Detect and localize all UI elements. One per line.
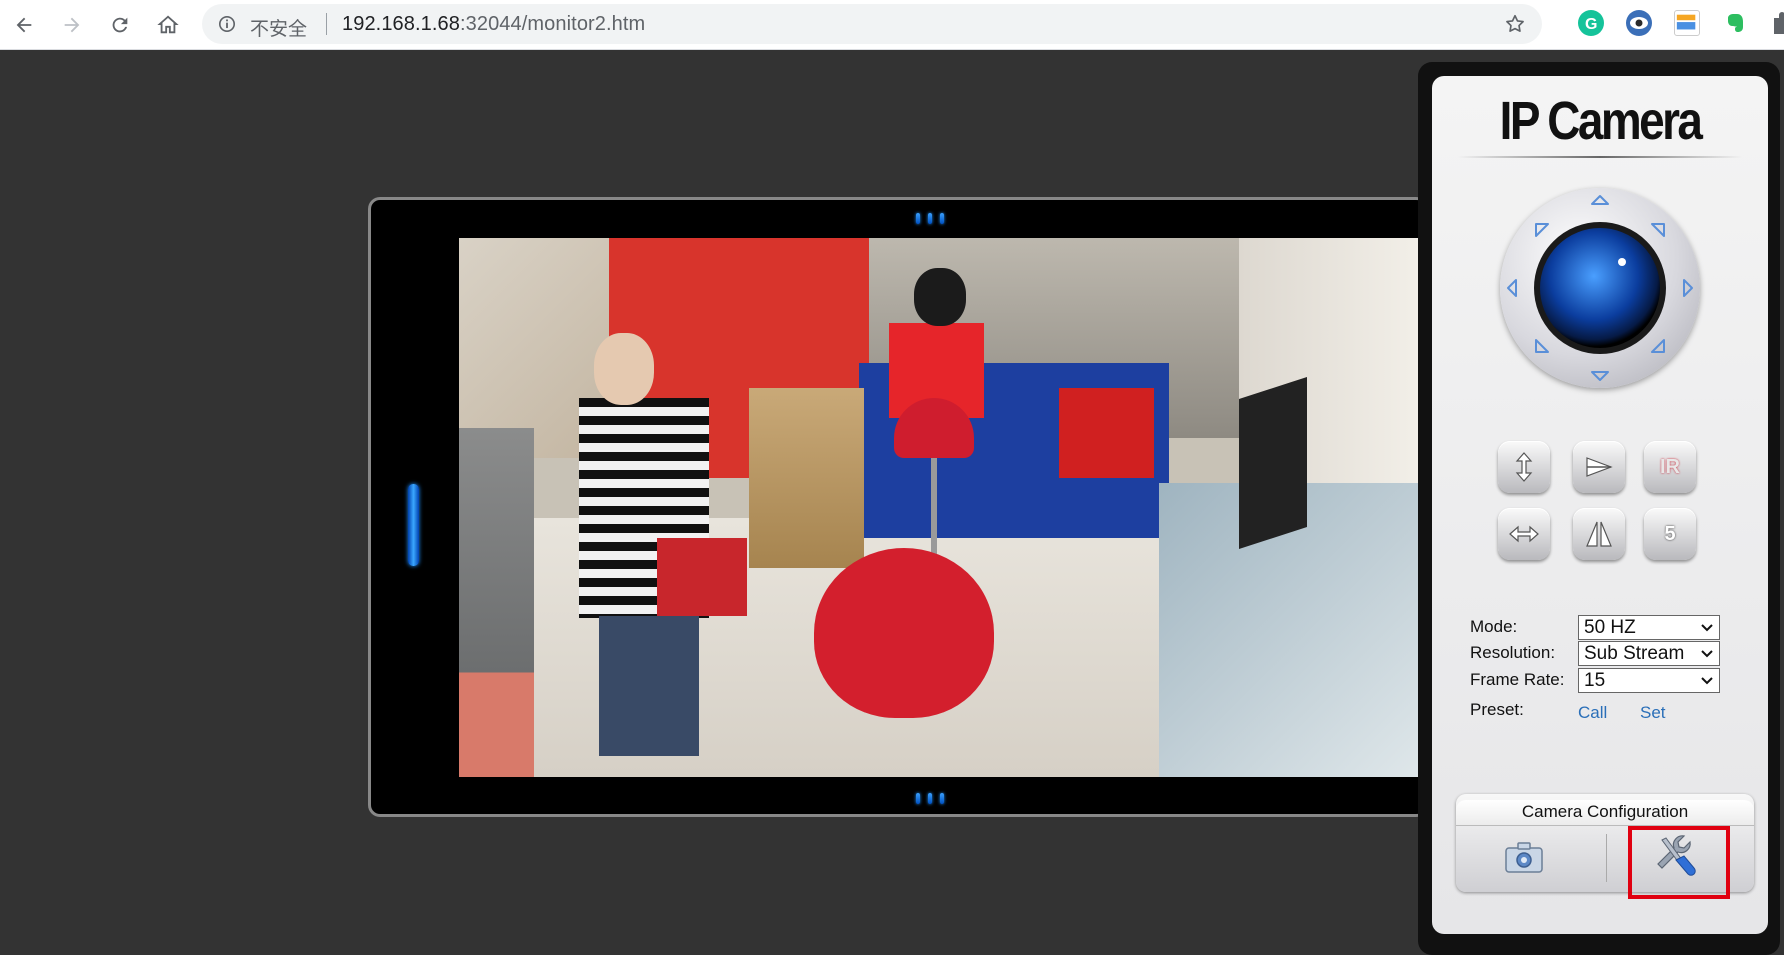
frame-rate-select[interactable]: 15 [1578, 668, 1720, 693]
ir-button[interactable]: IR [1644, 441, 1696, 493]
preset-set-link[interactable]: Set [1640, 703, 1666, 723]
ptz-down-right-arrow-icon [1651, 339, 1665, 353]
ptz-up-right-arrow-icon [1651, 223, 1665, 237]
vertical-patrol-button[interactable] [1498, 441, 1550, 493]
chevron-down-icon [1701, 650, 1713, 658]
scene-cardboard-boxes [749, 388, 864, 568]
vertical-arrows-icon [1515, 452, 1533, 482]
resolution-value: Sub Stream [1584, 643, 1685, 664]
mode-label: Mode: [1470, 617, 1518, 636]
svg-text:G: G [1585, 16, 1597, 33]
url-host: 192.168.1.68 [342, 13, 460, 35]
security-status-label: 不安全 [250, 19, 308, 40]
chevron-down-icon [1701, 624, 1713, 632]
frame-rate-label: Frame Rate: [1470, 670, 1565, 689]
flip-button[interactable] [1573, 441, 1625, 493]
scene-stool-pole [931, 458, 937, 558]
scene-person-head [594, 333, 654, 405]
bookmark-star-icon[interactable] [1504, 13, 1526, 35]
scene-person-legs [599, 616, 699, 756]
flip-icon [1586, 457, 1613, 477]
control-panel: IP Camera IR 5 Mode: 50 HZ Resolution: S… [1432, 76, 1768, 934]
forward-button[interactable] [56, 9, 88, 41]
horizontal-patrol-button[interactable] [1498, 508, 1550, 560]
scene-person-left [459, 428, 534, 777]
mode-value: 50 HZ [1584, 617, 1636, 638]
scene-red-bag [657, 538, 747, 616]
url-path: :32044/monitor2.htm [459, 13, 646, 35]
url-text[interactable]: 192.168.1.68:32044/monitor2.htm [342, 13, 645, 36]
camera-configuration-title: Camera Configuration [1456, 800, 1754, 826]
snapshot-camera-icon[interactable] [1504, 840, 1544, 874]
address-bar[interactable]: 不安全 192.168.1.68:32044/monitor2.htm [202, 4, 1542, 44]
ptz-arrows [1507, 195, 1693, 381]
resolution-label: Resolution: [1470, 643, 1556, 662]
preset-number-button[interactable]: 5 [1644, 508, 1696, 560]
video-frame [368, 197, 1428, 817]
ptz-up-left-arrow-icon [1535, 223, 1549, 237]
home-button[interactable] [152, 9, 184, 41]
highlight-annotation-box [1628, 826, 1730, 899]
reload-icon [112, 17, 128, 33]
ip-camera-logo: IP Camera [1499, 91, 1703, 151]
arrow-right-icon [64, 17, 80, 33]
ptz-direction-pad[interactable] [1500, 188, 1700, 388]
browser-toolbar: 不安全 192.168.1.68:32044/monitor2.htm G [0, 0, 1784, 50]
ptz-left-arrow-icon [1507, 279, 1517, 297]
scene-monitor [1239, 376, 1307, 550]
camera-video-stream[interactable] [459, 238, 1419, 777]
home-icon [157, 15, 179, 34]
ptz-up-arrow-icon [1591, 195, 1609, 205]
mirror-icon [1586, 521, 1612, 547]
frame-bottom-indicator [916, 793, 944, 804]
eye-extension-icon[interactable] [1626, 10, 1652, 36]
scene-red-chair [814, 548, 994, 718]
logo-divider [1458, 156, 1742, 158]
frame-side-grip[interactable] [408, 484, 419, 566]
chevron-down-icon [1701, 677, 1713, 685]
frame-rate-value: 15 [1584, 670, 1606, 691]
scene-boy-head [914, 268, 966, 326]
config-divider [1606, 834, 1607, 882]
mirror-button[interactable] [1573, 508, 1625, 560]
info-icon[interactable] [218, 15, 236, 33]
horizontal-arrows-icon [1509, 525, 1539, 543]
ir-label: IR [1660, 455, 1680, 478]
mode-select[interactable]: 50 HZ [1578, 615, 1720, 640]
preset-label: Preset: [1470, 700, 1524, 719]
back-button[interactable] [8, 9, 40, 41]
evernote-extension-icon[interactable] [1722, 10, 1748, 36]
puzzle-extension-icon[interactable] [1770, 10, 1784, 36]
ptz-down-arrow-icon [1591, 371, 1609, 381]
resolution-select[interactable]: Sub Stream [1578, 641, 1720, 666]
ptz-right-arrow-icon [1683, 279, 1693, 297]
arrow-left-icon [16, 17, 32, 33]
reload-button[interactable] [104, 9, 136, 41]
smart-pki-extension-icon[interactable] [1674, 10, 1700, 36]
scene-red-sign [1059, 388, 1154, 478]
frame-top-indicator [916, 213, 944, 224]
grammarly-extension-icon[interactable]: G [1578, 10, 1604, 36]
ptz-down-left-arrow-icon [1535, 339, 1549, 353]
preset-call-link[interactable]: Call [1578, 703, 1607, 723]
address-divider [326, 13, 327, 35]
preset-number-label: 5 [1664, 522, 1676, 545]
